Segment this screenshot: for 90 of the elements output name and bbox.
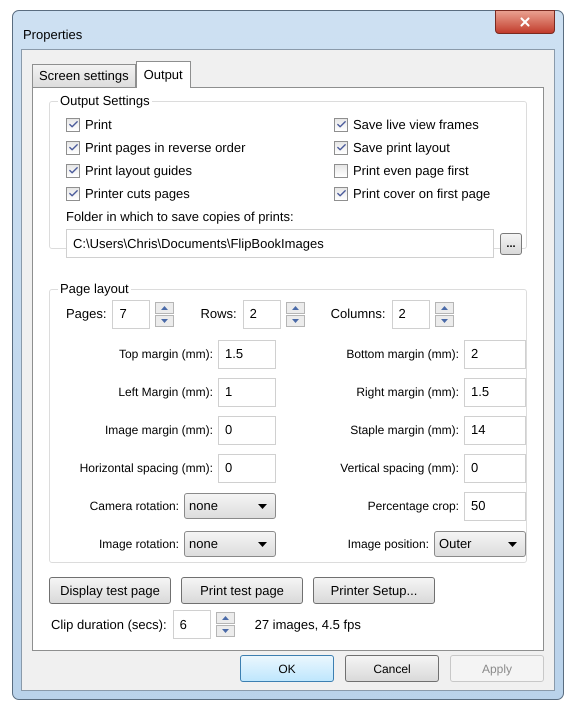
clip-duration-label: Clip duration (secs): xyxy=(51,616,167,634)
field-label: Horizontal spacing (mm): xyxy=(78,460,214,477)
close-icon xyxy=(518,15,532,29)
action-button[interactable]: Display test page xyxy=(49,577,171,604)
check-icon xyxy=(68,142,78,153)
checkbox-label: Print even page first xyxy=(353,162,469,180)
field-label: Bottom margin (mm): xyxy=(345,346,460,363)
spin-up-button[interactable] xyxy=(434,302,454,314)
checkbox[interactable] xyxy=(334,186,348,200)
spin-down-button[interactable] xyxy=(286,314,305,326)
spinner-label: Columns: xyxy=(330,305,386,324)
dropdown[interactable]: none xyxy=(184,493,276,519)
field-label: Image position: xyxy=(346,536,430,553)
tab[interactable]: Screen settings xyxy=(32,64,136,87)
checkbox-label: Save live view frames xyxy=(353,116,479,134)
field-label: Image rotation: xyxy=(98,536,180,553)
clip-info: 27 images, 4.5 fps xyxy=(254,616,361,634)
field-label: Percentage crop: xyxy=(366,498,460,515)
text-field[interactable]: 0 xyxy=(218,416,276,444)
text-field[interactable]: 1.5 xyxy=(218,340,276,368)
text-field[interactable]: 14 xyxy=(464,416,526,444)
check-icon xyxy=(336,119,346,130)
tab[interactable]: Output xyxy=(136,61,191,88)
down-arrow-icon xyxy=(222,629,229,633)
spin-down-button[interactable] xyxy=(434,314,454,326)
field-label: Top margin (mm): xyxy=(118,346,214,363)
number-field[interactable]: 2 xyxy=(392,300,430,328)
checkbox-label: Print cover on first page xyxy=(353,184,490,203)
down-arrow-icon xyxy=(440,318,448,322)
down-arrow-icon xyxy=(292,318,299,322)
field-label: Image margin (mm): xyxy=(104,422,214,439)
text-field[interactable]: 0 xyxy=(218,454,276,482)
check-icon xyxy=(68,165,78,176)
number-field[interactable]: 7 xyxy=(112,300,150,328)
dropdown[interactable]: Outer xyxy=(434,531,526,557)
text-field[interactable]: 0 xyxy=(464,454,526,482)
dropdown-arrow-icon xyxy=(508,542,517,546)
spin-down-button[interactable] xyxy=(155,314,174,326)
field-label: Staple margin (mm): xyxy=(349,422,460,439)
number-field[interactable]: 6 xyxy=(172,610,211,639)
check-icon xyxy=(68,188,78,199)
text-field[interactable]: 1.5 xyxy=(464,378,526,406)
folder-path-field[interactable]: C:\Users\Chris\Documents\FlipBookImages xyxy=(66,229,494,258)
close-button[interactable] xyxy=(495,10,555,34)
checkbox-label: Print pages in reverse order xyxy=(85,138,246,157)
up-arrow-icon xyxy=(161,306,168,310)
text-field[interactable]: 1 xyxy=(218,378,276,406)
window-title: Properties xyxy=(22,26,82,44)
spin-up-button[interactable] xyxy=(286,302,305,314)
dialog-button[interactable]: Cancel xyxy=(345,655,439,682)
up-arrow-icon xyxy=(440,306,448,310)
field-label: Camera rotation: xyxy=(88,498,180,515)
spin-up-button[interactable] xyxy=(216,612,235,624)
checkbox[interactable] xyxy=(334,140,348,154)
check-icon xyxy=(336,188,346,199)
spinner-label: Pages: xyxy=(66,305,106,324)
action-button[interactable]: Printer Setup... xyxy=(313,577,435,604)
text-field[interactable]: 2 xyxy=(464,340,526,368)
dropdown-arrow-icon xyxy=(258,504,267,508)
check-icon xyxy=(68,119,78,130)
checkbox[interactable] xyxy=(334,118,348,132)
browse-button[interactable]: ... xyxy=(500,232,522,254)
check-icon xyxy=(336,142,346,153)
field-label: Vertical spacing (mm): xyxy=(339,460,460,477)
number-field[interactable]: 2 xyxy=(242,300,281,328)
down-arrow-icon xyxy=(161,318,168,322)
dropdown[interactable]: none xyxy=(184,531,276,557)
checkbox[interactable] xyxy=(334,164,348,178)
spinner-label: Rows: xyxy=(200,305,237,324)
spin-down-button[interactable] xyxy=(216,625,235,637)
text-field[interactable]: 50 xyxy=(464,492,526,520)
group-title: Page layout xyxy=(58,281,131,297)
field-label: Left Margin (mm): xyxy=(117,384,214,401)
spin-up-button[interactable] xyxy=(155,302,174,314)
folder-label: Folder in which to save copies of prints: xyxy=(66,208,294,226)
field-label: Right margin (mm): xyxy=(355,384,460,401)
checkbox-label: Print xyxy=(85,116,112,134)
checkbox[interactable] xyxy=(66,118,80,132)
checkbox-label: Print layout guides xyxy=(85,162,192,180)
group-title: Output Settings xyxy=(58,93,152,109)
checkbox[interactable] xyxy=(66,140,80,154)
up-arrow-icon xyxy=(222,616,229,620)
dropdown-arrow-icon xyxy=(258,542,267,546)
up-arrow-icon xyxy=(292,306,299,310)
action-button[interactable]: Print test page xyxy=(181,577,303,604)
checkbox[interactable] xyxy=(66,164,80,178)
dialog-button[interactable]: OK xyxy=(240,655,334,682)
checkbox[interactable] xyxy=(66,186,80,200)
checkbox-label: Save print layout xyxy=(353,138,450,157)
checkbox-label: Printer cuts pages xyxy=(85,184,190,203)
